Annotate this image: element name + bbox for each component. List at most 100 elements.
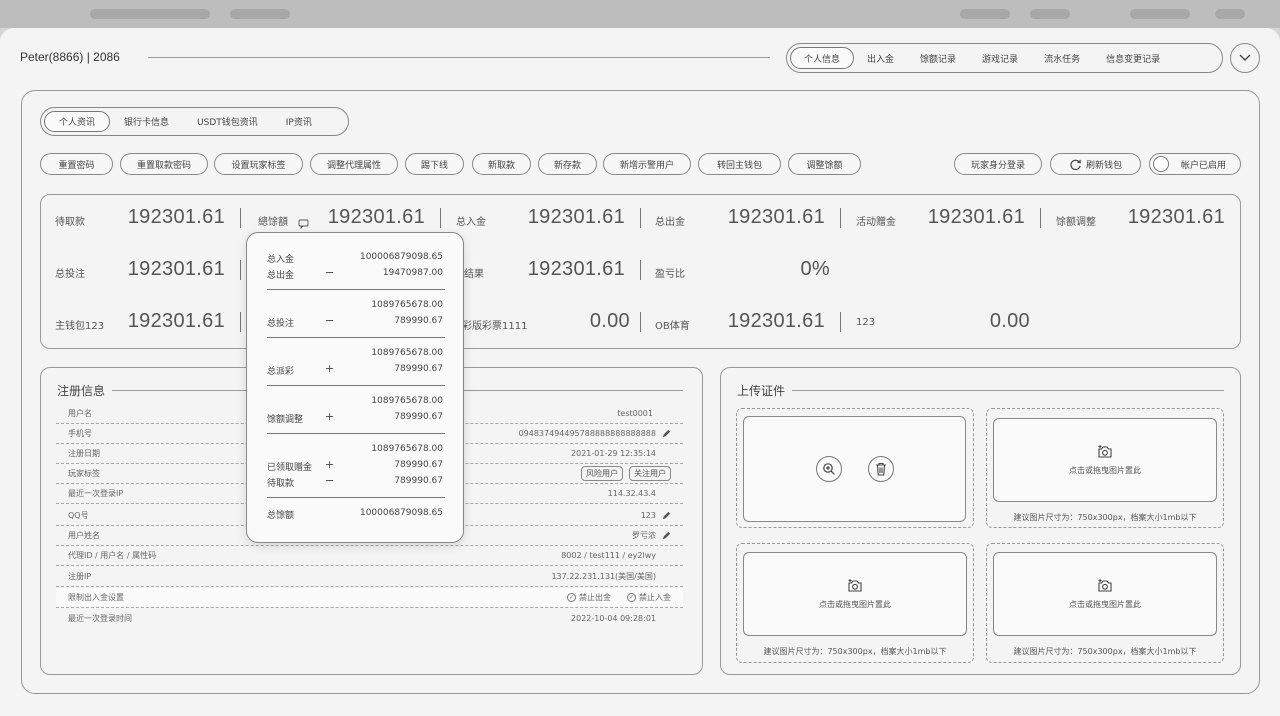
- set-player-tag-button[interactable]: 设置玩家标签: [214, 153, 303, 175]
- popup-label: 总入金: [267, 255, 295, 265]
- reset-withdraw-password-button[interactable]: 重置取款密码: [120, 153, 208, 175]
- uploaded-image: [743, 416, 966, 522]
- popup-label: 总派彩: [267, 367, 295, 377]
- background-page: [0, 0, 1280, 28]
- tab-game-records[interactable]: 游戏记录: [969, 47, 1031, 69]
- plus-icon: +: [325, 410, 335, 423]
- sub-tabs: 个人资讯 银行卡信息 USDT钱包资讯 IP资讯: [40, 107, 349, 136]
- upload-size-note: 建议图片尺寸为：750x300px，档案大小1mb以下: [1013, 647, 1197, 656]
- popup-value: 100006879098.65: [359, 252, 443, 262]
- stat-divider: [240, 260, 241, 280]
- info-row: 代理ID / 用户名 / 属性码 8002 / test111 / ey2lwy: [56, 546, 683, 566]
- kick-offline-button[interactable]: 踢下线: [405, 153, 464, 175]
- stat-label: 总入金: [456, 217, 486, 228]
- collapse-button[interactable]: [1230, 43, 1260, 73]
- tab-info-change-records[interactable]: 信息变更记录: [1093, 47, 1173, 69]
- upload-dropzone[interactable]: 点击或拖曳图片置此: [993, 418, 1217, 502]
- trash-icon: [875, 462, 886, 476]
- stat-divider: [240, 208, 241, 228]
- watch-user-tag[interactable]: 关注用户: [629, 466, 671, 481]
- popup-value: 1089765678.00: [371, 444, 443, 454]
- adjust-balance-button[interactable]: 调整馀额: [788, 153, 861, 175]
- stat-label: 盈亏比: [655, 269, 685, 280]
- subtab-ip[interactable]: IP资讯: [272, 111, 326, 132]
- stat-divider: [640, 312, 641, 332]
- info-row: 注册IP 137.22.231.131(美国/美国): [56, 567, 683, 587]
- edit-pencil-icon[interactable]: [662, 531, 671, 540]
- new-deposit-button[interactable]: 新存款: [538, 153, 597, 175]
- upload-size-note: 建议图片尺寸为：750x300px，档案大小1mb以下: [763, 647, 947, 656]
- upload-hint: 点击或拖曳图片置此: [1069, 600, 1141, 609]
- block-deposit-checkbox[interactable]: ✓ 禁止入金: [627, 592, 671, 603]
- popup-value: 789990.67: [394, 460, 443, 470]
- stat-value: 192301.61: [1127, 206, 1225, 228]
- stat-value: 0%: [800, 258, 830, 280]
- stat-divider: [840, 312, 841, 332]
- row-value: 罗亏浓: [632, 531, 656, 540]
- player-title: Peter(8866) | 2086: [20, 50, 120, 64]
- plus-icon: +: [325, 362, 335, 375]
- reset-password-button[interactable]: 重置密码: [40, 153, 113, 175]
- adjust-agent-attr-button[interactable]: 调整代理属性: [310, 153, 398, 175]
- subtab-bank-card[interactable]: 银行卡信息: [110, 111, 183, 132]
- stat-divider: [840, 208, 841, 228]
- info-row: 最近一次登录时间 2022-10-04 09:28:01: [56, 608, 683, 628]
- popup-value: 789990.67: [394, 364, 443, 374]
- row-value: 137.22.231.131(美国/美国): [551, 572, 656, 581]
- new-withdrawal-button[interactable]: 新取款: [472, 153, 531, 175]
- row-value: 114.32.43.4: [607, 489, 656, 498]
- tab-balance-records[interactable]: 馀额记录: [907, 47, 969, 69]
- stat-value: 192301.61: [727, 206, 825, 228]
- new-alert-user-button[interactable]: 新增示警用户: [603, 153, 691, 175]
- delete-button[interactable]: [867, 456, 894, 482]
- edit-pencil-icon[interactable]: [662, 511, 671, 520]
- add-photo-icon: [848, 579, 862, 592]
- stat-value: 192301.61: [527, 206, 625, 228]
- risk-user-tag[interactable]: 风险用户: [581, 466, 623, 481]
- upload-hint: 点击或拖曳图片置此: [1069, 466, 1141, 475]
- tab-deposit-withdraw[interactable]: 出入金: [854, 47, 907, 69]
- check-icon: ✓: [627, 593, 636, 602]
- block-withdraw-checkbox[interactable]: ✓ 禁止出金: [567, 592, 611, 603]
- register-info-title: 注册信息: [57, 384, 106, 398]
- tab-turnover-tasks[interactable]: 流水任务: [1031, 47, 1093, 69]
- stat-label: 总出金: [655, 217, 685, 228]
- stat-value: 192301.61: [127, 206, 225, 228]
- stat-value: 192301.61: [327, 206, 425, 228]
- edit-pencil-icon[interactable]: [662, 429, 671, 438]
- row-key: 用户名: [68, 409, 92, 418]
- upload-title-line: [792, 390, 1224, 391]
- row-key: 限制出入金设置: [68, 593, 124, 602]
- upload-docs-title: 上传证件: [737, 384, 786, 398]
- row-value: 2021-01-29 12:35:14: [571, 449, 656, 458]
- stat-value: 0.00: [589, 310, 630, 332]
- add-photo-icon: [1098, 579, 1112, 592]
- refresh-wallet-button[interactable]: 刷新钱包: [1050, 153, 1141, 175]
- popup-value: 789990.67: [394, 316, 443, 326]
- popup-divider: [267, 385, 445, 386]
- stat-value: 192301.61: [727, 310, 825, 332]
- minus-icon: −: [325, 314, 335, 327]
- tab-personal-info[interactable]: 个人信息: [790, 47, 855, 69]
- check-icon: ✓: [567, 593, 576, 602]
- minus-icon: −: [325, 474, 335, 487]
- zoom-in-button[interactable]: [815, 456, 842, 482]
- balance-breakdown-popover: 总入金 100006879098.65 总出金 − 19470987.00 10…: [246, 232, 464, 543]
- impersonate-login-button[interactable]: 玩家身分登录: [954, 153, 1042, 175]
- upload-dropzone[interactable]: 点击或拖曳图片置此: [743, 552, 967, 636]
- subtab-personal[interactable]: 个人资讯: [44, 111, 111, 132]
- header-divider: [148, 57, 770, 58]
- subtab-usdt-wallet[interactable]: USDT钱包资讯: [183, 111, 272, 132]
- row-key: 注册日期: [68, 449, 100, 458]
- plus-icon: +: [325, 458, 335, 471]
- return-main-wallet-button[interactable]: 转回主钱包: [698, 153, 781, 175]
- popup-label: 已领取赠金: [267, 463, 313, 473]
- popup-value: 1089765678.00: [371, 348, 443, 358]
- popup-label: 馀额调整: [267, 415, 304, 425]
- account-status-toggle[interactable]: 帐户已启用: [1149, 153, 1241, 175]
- stat-label: OB体育: [655, 321, 690, 332]
- stat-divider: [640, 208, 641, 228]
- popup-value: 100006879098.65: [359, 508, 443, 518]
- toggle-knob: [1153, 156, 1169, 172]
- upload-dropzone[interactable]: 点击或拖曳图片置此: [993, 552, 1217, 636]
